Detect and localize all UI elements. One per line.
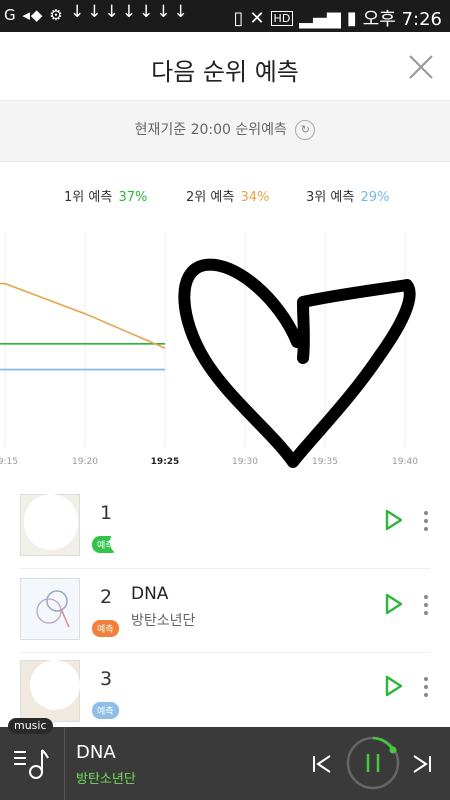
mute-icon: ✕ (249, 7, 265, 29)
play-button[interactable] (384, 508, 404, 532)
next-icon[interactable] (410, 752, 434, 776)
chart-legend: 1위 예측 37% 2위 예측 34% 3위 예측 29% (0, 186, 450, 206)
previous-icon[interactable] (310, 752, 334, 776)
player-divider (64, 727, 65, 800)
album-art-icon (36, 590, 70, 628)
basis-text: 현재기준 20:00 순위예측 (134, 122, 287, 138)
more-icon[interactable] (422, 510, 430, 532)
page-title: 다음 순위 예측 (151, 58, 299, 86)
status-bar: G ◂◆ ⚙ ↓↓↓↓↓↓↓ ▯ ✕ HD ▂▄▆ ▮ 오후 7:26 (0, 0, 450, 32)
player-artist: 방탄소년단 (76, 772, 136, 787)
play-button[interactable] (384, 592, 404, 616)
legend-item-1: 1위 예측 37% (64, 186, 147, 205)
redaction-blob (24, 494, 78, 550)
rank-number: 1 (100, 502, 113, 524)
legend-pct: 34% (240, 190, 270, 205)
battery-icon: ▮ (346, 7, 357, 29)
more-icon[interactable] (422, 594, 430, 616)
pause-button[interactable] (344, 734, 402, 792)
predict-badge: 예측 (92, 702, 119, 719)
list-item[interactable]: 2 예측 DNA 방탄소년단 (0, 572, 450, 648)
status-right: ▯ ✕ HD ▂▄▆ ▮ 오후 7:26 (234, 5, 442, 31)
signal-icon: ▂▄▆ (299, 7, 341, 29)
legend-item-2: 2위 예측 34% (186, 186, 269, 205)
rank-number: 3 (100, 668, 113, 690)
legend-label: 2위 예측 (186, 190, 235, 205)
status-left-icons: G ◂◆ ⚙ (4, 6, 64, 24)
more-icon[interactable] (422, 676, 430, 698)
legend-pct: 29% (360, 190, 390, 205)
status-time: 오후 7:26 (362, 9, 442, 30)
rank-number: 2 (100, 586, 113, 608)
player-song-title: DNA (76, 742, 116, 763)
basis-bar: 현재기준 20:00 순위예측 ↻ (0, 101, 450, 162)
redaction-blob (110, 528, 190, 556)
song-title: DNA (131, 584, 169, 604)
predict-badge: 예측 (92, 620, 119, 637)
hd-label: HD (270, 10, 294, 26)
download-icons: ↓↓↓↓↓↓↓ (70, 2, 191, 22)
legend-pct: 37% (118, 190, 148, 205)
phone-icon: ▯ (233, 7, 244, 29)
music-tag: music (8, 718, 53, 734)
divider (20, 652, 430, 653)
legend-label: 1위 예측 (64, 190, 113, 205)
x-tick-label: 19:20 (72, 457, 98, 467)
play-button[interactable] (384, 674, 404, 698)
legend-label: 3위 예측 (306, 190, 355, 205)
divider (20, 568, 430, 569)
playlist-icon[interactable] (12, 746, 50, 782)
album-thumbnail (20, 578, 80, 640)
legend-item-3: 3위 예측 29% (306, 186, 389, 205)
header: 다음 순위 예측 (0, 32, 450, 101)
refresh-icon[interactable]: ↻ (295, 120, 316, 140)
heart-doodle (178, 258, 416, 468)
chart-series-line (0, 282, 166, 349)
redaction-blob (30, 660, 80, 710)
artist-name: 방탄소년단 (131, 613, 196, 629)
basis-text-wrap: 현재기준 20:00 순위예측 ↻ (0, 119, 450, 140)
close-button[interactable] (406, 52, 436, 82)
x-tick-label: 19:15 (0, 457, 18, 467)
